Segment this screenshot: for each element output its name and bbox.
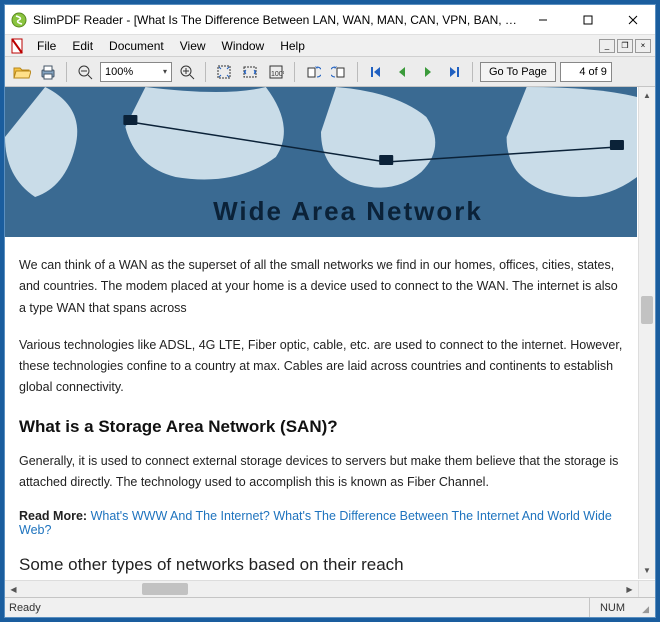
status-ready: Ready xyxy=(9,602,41,614)
separator xyxy=(66,62,67,82)
minimize-button[interactable] xyxy=(520,5,565,34)
document-page: Wide Area Network We can think of a WAN … xyxy=(5,87,637,575)
vertical-scrollbar[interactable]: ▲ ▼ xyxy=(638,87,655,579)
next-page-icon xyxy=(420,64,436,80)
toolbar: 100% ▾ 100% xyxy=(5,57,655,87)
menu-view[interactable]: View xyxy=(172,37,214,55)
close-button[interactable] xyxy=(610,5,655,34)
separator xyxy=(472,62,473,82)
wan-graphic: Wide Area Network xyxy=(5,87,637,237)
rotate-cw-button[interactable] xyxy=(328,61,350,83)
read-more-label: Read More xyxy=(19,509,83,523)
menu-file[interactable]: File xyxy=(29,37,64,55)
page-indicator-text: 4 of 9 xyxy=(579,66,607,78)
last-page-icon xyxy=(446,64,462,80)
zoom-out-button[interactable] xyxy=(74,61,96,83)
scroll-corner xyxy=(638,580,655,597)
actual-size-icon: 100% xyxy=(268,64,284,80)
heading-other: Some other types of networks based on th… xyxy=(19,555,623,575)
rotate-ccw-button[interactable] xyxy=(302,61,324,83)
menu-document[interactable]: Document xyxy=(101,37,172,55)
paragraph: Generally, it is used to connect externa… xyxy=(19,451,623,494)
separator xyxy=(205,62,206,82)
menu-edit[interactable]: Edit xyxy=(64,37,101,55)
last-page-button[interactable] xyxy=(443,61,465,83)
next-page-button[interactable] xyxy=(417,61,439,83)
statusbar: Ready NUM ◢ xyxy=(5,597,655,617)
fit-width-button[interactable] xyxy=(239,61,261,83)
first-page-icon xyxy=(368,64,384,80)
document-viewport: Wide Area Network We can think of a WAN … xyxy=(5,87,655,597)
prev-page-button[interactable] xyxy=(391,61,413,83)
prev-page-icon xyxy=(394,64,410,80)
scroll-left-icon[interactable]: ◀ xyxy=(5,581,22,597)
svg-text:100%: 100% xyxy=(271,71,284,78)
first-page-button[interactable] xyxy=(365,61,387,83)
menubar: File Edit Document View Window Help _ ❐ … xyxy=(5,35,655,57)
mdi-minimize-button[interactable]: _ xyxy=(599,39,615,53)
scroll-track[interactable] xyxy=(639,104,655,562)
goto-page-button[interactable]: Go To Page xyxy=(480,62,556,82)
mdi-restore-button[interactable]: ❐ xyxy=(617,39,633,53)
scroll-thumb[interactable] xyxy=(142,583,188,595)
content-area: Wide Area Network We can think of a WAN … xyxy=(5,87,655,597)
zoom-value: 100% xyxy=(105,66,133,78)
zoom-in-icon xyxy=(179,64,195,80)
actual-size-button[interactable]: 100% xyxy=(265,61,287,83)
rotate-ccw-icon xyxy=(305,64,321,80)
fit-width-icon xyxy=(242,64,258,80)
app-window: SlimPDF Reader - [What Is The Difference… xyxy=(4,4,656,618)
doc-icon xyxy=(9,38,25,54)
resize-grip-icon[interactable]: ◢ xyxy=(635,598,651,617)
zoom-out-icon xyxy=(77,64,93,80)
scroll-track[interactable] xyxy=(22,581,621,597)
zoom-in-button[interactable] xyxy=(176,61,198,83)
maximize-button[interactable] xyxy=(565,5,610,34)
scroll-thumb[interactable] xyxy=(641,296,653,324)
zoom-combo[interactable]: 100% ▾ xyxy=(100,62,172,82)
printer-icon xyxy=(39,64,57,80)
print-button[interactable] xyxy=(37,61,59,83)
scroll-down-icon[interactable]: ▼ xyxy=(639,562,655,579)
graphic-title: Wide Area Network xyxy=(213,196,483,227)
menu-window[interactable]: Window xyxy=(214,37,273,55)
open-button[interactable] xyxy=(11,61,33,83)
menu-help[interactable]: Help xyxy=(272,37,313,55)
scroll-up-icon[interactable]: ▲ xyxy=(639,87,655,104)
fit-page-button[interactable] xyxy=(213,61,235,83)
folder-open-icon xyxy=(13,64,31,80)
paragraph: We can think of a WAN as the superset of… xyxy=(19,255,623,319)
chevron-down-icon: ▾ xyxy=(163,67,167,76)
horizontal-scrollbar[interactable]: ◀ ▶ xyxy=(5,580,638,597)
heading-san: What is a Storage Area Network (SAN)? xyxy=(19,417,623,437)
goto-page-label: Go To Page xyxy=(489,66,547,78)
app-icon xyxy=(11,12,27,28)
fit-page-icon xyxy=(216,64,232,80)
separator xyxy=(357,62,358,82)
rotate-cw-icon xyxy=(331,64,347,80)
titlebar: SlimPDF Reader - [What Is The Difference… xyxy=(5,5,655,35)
mdi-close-button[interactable]: × xyxy=(635,39,651,53)
window-title: SlimPDF Reader - [What Is The Difference… xyxy=(33,13,520,27)
paragraph: Various technologies like ADSL, 4G LTE, … xyxy=(19,335,623,399)
separator xyxy=(294,62,295,82)
read-more-line: Read More: What's WWW And The Internet? … xyxy=(19,509,623,537)
read-more-link[interactable]: What's WWW And The Internet? What's The … xyxy=(19,509,612,537)
status-num: NUM xyxy=(589,598,635,617)
scroll-right-icon[interactable]: ▶ xyxy=(621,581,638,597)
page-indicator[interactable]: 4 of 9 xyxy=(560,62,612,82)
